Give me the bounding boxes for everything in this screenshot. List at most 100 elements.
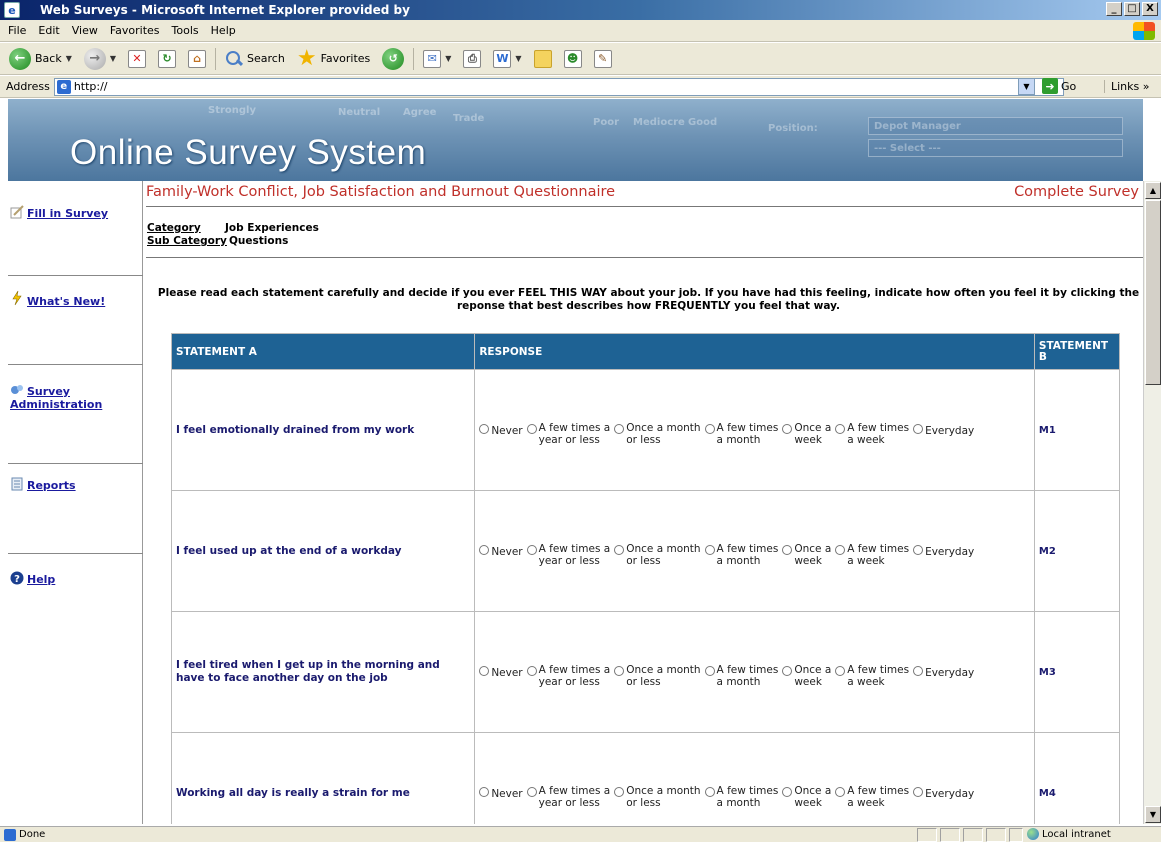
response-option[interactable]: A few times a week	[835, 785, 909, 809]
response-option[interactable]: A few times a month	[704, 785, 778, 809]
sidebar-item-survey-administration[interactable]: Survey Administration	[10, 383, 130, 411]
response-option[interactable]: Once a week	[782, 422, 831, 446]
response-option[interactable]: A few times a month	[704, 664, 778, 688]
home-button[interactable]: ⌂	[185, 46, 209, 72]
response-option[interactable]: Everyday	[913, 543, 974, 558]
radio-button[interactable]	[835, 666, 846, 676]
menu-view[interactable]: View	[72, 24, 98, 37]
radio-button[interactable]	[782, 424, 793, 434]
scroll-down-button[interactable]: ▼	[1145, 806, 1161, 823]
sidebar-item-help[interactable]: ? Help	[10, 571, 145, 586]
response-option[interactable]: Never	[479, 543, 523, 558]
option-label: A few times a year or less	[539, 543, 611, 567]
radio-button[interactable]	[526, 424, 537, 434]
scroll-thumb[interactable]	[1145, 200, 1161, 385]
radio-button[interactable]	[614, 787, 625, 797]
research-button[interactable]: ✎	[591, 46, 615, 72]
address-input[interactable]: e http://	[53, 77, 1064, 96]
messenger-button[interactable]: ☻	[561, 46, 585, 72]
response-option[interactable]: Never	[479, 422, 523, 437]
edit-dropdown-icon[interactable]: ▼	[515, 54, 521, 63]
category-label[interactable]: Category	[147, 222, 201, 234]
print-button[interactable]: ⎙	[460, 46, 484, 72]
radio-button[interactable]	[913, 545, 924, 555]
response-option[interactable]: Everyday	[913, 664, 974, 679]
radio-button[interactable]	[704, 424, 715, 434]
radio-button[interactable]	[479, 666, 490, 676]
forward-button[interactable]: → ▼	[81, 46, 119, 72]
forward-dropdown-icon[interactable]: ▼	[110, 54, 116, 63]
radio-button[interactable]	[704, 787, 715, 797]
search-button[interactable]: Search	[222, 46, 288, 72]
vertical-scrollbar[interactable]: ▲ ▼	[1143, 181, 1161, 824]
radio-button[interactable]	[614, 545, 625, 555]
close-button[interactable]: X	[1142, 2, 1158, 16]
radio-button[interactable]	[704, 545, 715, 555]
response-option[interactable]: A few times a week	[835, 422, 909, 446]
maximize-button[interactable]: □	[1124, 2, 1140, 16]
response-option[interactable]: Once a week	[782, 664, 831, 688]
response-option[interactable]: A few times a week	[835, 664, 909, 688]
response-option[interactable]: A few times a year or less	[526, 543, 611, 567]
menu-edit[interactable]: Edit	[38, 24, 59, 37]
radio-button[interactable]	[526, 787, 537, 797]
response-option[interactable]: Never	[479, 664, 523, 679]
menu-file[interactable]: File	[8, 24, 26, 37]
response-option[interactable]: A few times a month	[704, 422, 778, 446]
radio-button[interactable]	[835, 545, 846, 555]
back-dropdown-icon[interactable]: ▼	[66, 54, 72, 63]
history-button[interactable]: ↺	[379, 46, 407, 72]
menu-tools[interactable]: Tools	[172, 24, 199, 37]
sidebar-item-reports[interactable]: Reports	[10, 477, 145, 492]
radio-button[interactable]	[913, 424, 924, 434]
response-option[interactable]: Everyday	[913, 422, 974, 437]
refresh-button[interactable]: ↻	[155, 46, 179, 72]
radio-button[interactable]	[782, 545, 793, 555]
radio-button[interactable]	[704, 666, 715, 676]
mail-dropdown-icon[interactable]: ▼	[445, 54, 451, 63]
response-option[interactable]: A few times a month	[704, 543, 778, 567]
scroll-up-button[interactable]: ▲	[1145, 182, 1161, 199]
menu-help[interactable]: Help	[211, 24, 236, 37]
sidebar-item-whats-new[interactable]: What's New!	[10, 289, 145, 308]
radio-button[interactable]	[614, 666, 625, 676]
response-option[interactable]: A few times a year or less	[526, 664, 610, 688]
response-option[interactable]: Never	[479, 785, 523, 800]
response-option[interactable]: Once a week	[782, 543, 831, 567]
radio-button[interactable]	[913, 787, 924, 797]
response-option[interactable]: Everyday	[913, 785, 974, 800]
links-button[interactable]: Links »	[1104, 80, 1149, 93]
radio-button[interactable]	[614, 424, 625, 434]
response-option[interactable]: Once a month or less	[614, 664, 701, 688]
folder-button[interactable]	[531, 46, 555, 72]
radio-button[interactable]	[479, 424, 490, 434]
radio-button[interactable]	[526, 545, 537, 555]
minimize-button[interactable]: _	[1106, 2, 1122, 16]
radio-button[interactable]	[526, 666, 537, 676]
radio-button[interactable]	[913, 666, 924, 676]
response-option[interactable]: Once a month or less	[614, 422, 701, 446]
radio-button[interactable]	[835, 424, 846, 434]
radio-button[interactable]	[479, 787, 490, 797]
favorites-button[interactable]: ★ Favorites	[294, 46, 373, 72]
response-option[interactable]: A few times a week	[835, 543, 909, 567]
stop-button[interactable]: ✕	[125, 46, 149, 72]
radio-button[interactable]	[479, 545, 490, 555]
response-option[interactable]: Once a week	[782, 785, 831, 809]
radio-button[interactable]	[782, 666, 793, 676]
radio-button[interactable]	[782, 787, 793, 797]
menu-favorites[interactable]: Favorites	[110, 24, 160, 37]
sidebar-item-fill-in-survey[interactable]: Fill in Survey	[10, 205, 145, 220]
response-option[interactable]: Once a month or less	[614, 543, 701, 567]
subcategory-label[interactable]: Sub Category	[147, 235, 227, 247]
response-option[interactable]: A few times a year or less	[526, 785, 610, 809]
go-button[interactable]: ➜ Go	[1042, 78, 1076, 94]
radio-button[interactable]	[835, 787, 846, 797]
response-option[interactable]: Once a month or less	[614, 785, 701, 809]
back-button[interactable]: ← Back ▼	[6, 46, 75, 72]
address-dropdown-icon[interactable]: ▼	[1018, 78, 1035, 95]
mail-button[interactable]: ✉ ▼	[420, 46, 454, 72]
complete-survey-link[interactable]: Complete Survey	[1014, 184, 1139, 200]
response-option[interactable]: A few times a year or less	[526, 422, 610, 446]
edit-button[interactable]: W ▼	[490, 46, 524, 72]
